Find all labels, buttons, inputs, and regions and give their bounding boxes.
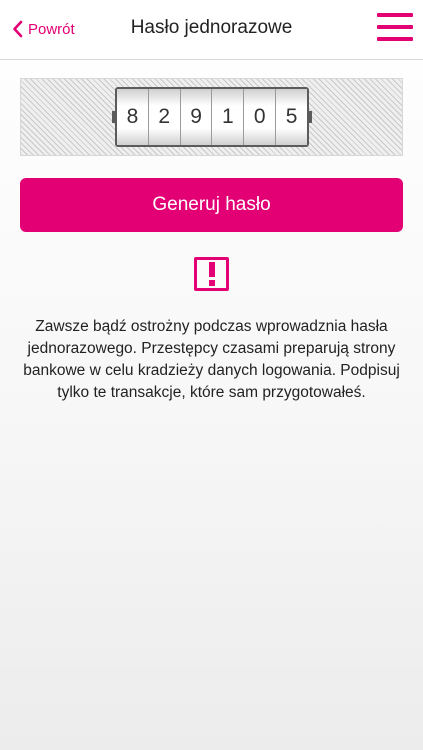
token-digit: 5 (276, 89, 307, 145)
warning-line: Zawsze bądź ostrożny podczas wprowadznia… (35, 318, 388, 335)
token-digit: 2 (148, 89, 181, 145)
page-title: Hasło jednorazowe (130, 17, 293, 38)
warning-line: jednorazowego. Przestępcy czasami prepar… (27, 340, 396, 357)
token-digit: 9 (180, 89, 213, 145)
security-warning-text: Zawsze bądź ostrożny podczas wprowadznia… (20, 316, 403, 404)
exclamation-icon (194, 257, 229, 291)
menu-bar-top (377, 13, 413, 17)
hamburger-menu-icon[interactable] (377, 11, 413, 43)
warning-line: bankowe w celu kradzieży danych logowani… (23, 362, 400, 379)
token-digit: 8 (117, 89, 149, 145)
generate-password-button[interactable]: Generuj hasło (20, 178, 403, 232)
token-display-panel: 8 2 9 1 0 5 (20, 78, 403, 156)
token-digit: 1 (212, 89, 245, 145)
menu-bar-middle (377, 25, 413, 29)
navigation-bar: Powrót Hasło jednorazowe (0, 0, 423, 60)
token-digits: 8 2 9 1 0 5 (112, 87, 312, 147)
warning-line: tylko te transakcje, które sam przygotow… (57, 384, 366, 401)
menu-bar-bottom (377, 37, 413, 41)
token-digit: 0 (244, 89, 277, 145)
